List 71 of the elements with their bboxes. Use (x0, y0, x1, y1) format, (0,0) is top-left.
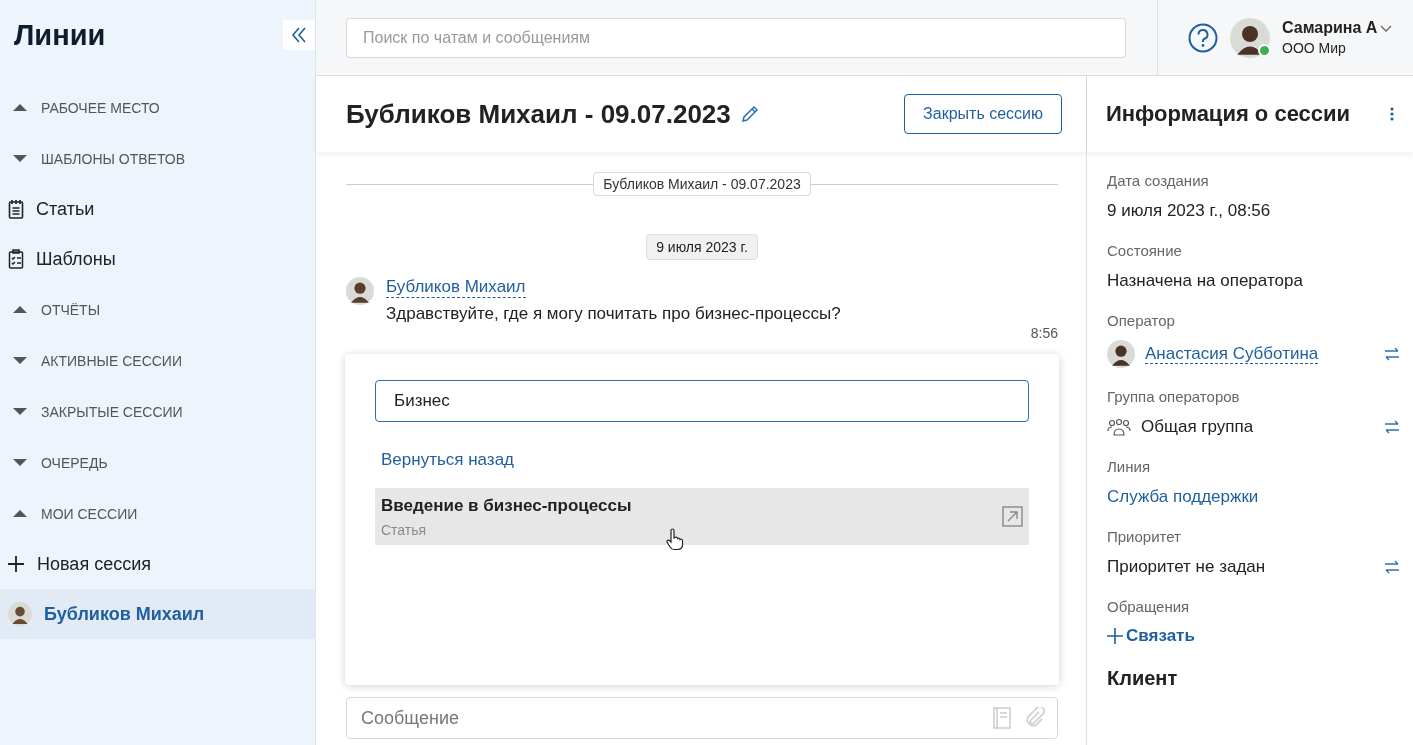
search-field[interactable]: Поиск по чатам и сообщениям (346, 17, 1126, 58)
plus-icon (1107, 628, 1123, 644)
nav-item[interactable]: Шаблоны (0, 234, 315, 284)
caret-down-icon (13, 357, 27, 364)
message-field[interactable]: Сообщение (346, 697, 1058, 739)
caret-down-icon (13, 459, 27, 466)
field-label: Группа операторов (1107, 388, 1241, 405)
pencil-icon[interactable] (740, 105, 759, 123)
plus-icon (8, 555, 25, 573)
open-external-icon[interactable] (1002, 506, 1023, 527)
field-label: Приоритет (1107, 528, 1182, 545)
section-header[interactable]: АКТИВНЫЕ СЕССИИ (0, 335, 315, 386)
user-name[interactable]: Самарина А (1282, 19, 1378, 37)
caret-up-icon (13, 104, 27, 111)
section-header[interactable]: МОИ СЕССИИ (0, 488, 315, 539)
caret-up-icon (13, 306, 27, 313)
section-heading: Клиент (1106, 666, 1179, 690)
section-header[interactable]: ОТЧЁТЫ (0, 284, 315, 335)
section-header[interactable]: ОЧЕРЕДЬ (0, 437, 315, 488)
double-chevron-icon (291, 26, 307, 44)
close-session-button[interactable]: Закрыть сессию (904, 94, 1062, 134)
company-name: ООО Мир (1282, 40, 1347, 56)
caret-down-icon (13, 155, 27, 162)
message-text: Здравствуйте, где я могу почитать про бизнес-процессы? (386, 304, 841, 324)
hand-cursor-icon (665, 528, 684, 551)
line-link[interactable]: Служба поддержки (1107, 487, 1259, 506)
result-type: Статья (381, 521, 428, 538)
nav-item[interactable]: Новая сессия (0, 539, 315, 589)
field-label: Дата создания (1107, 172, 1210, 189)
avatar (1107, 340, 1135, 368)
field-label: Линия (1107, 458, 1151, 475)
field-label: Обращения (1107, 598, 1191, 615)
paperclip-icon[interactable] (1025, 707, 1045, 729)
message-time: 8:56 (1030, 325, 1058, 341)
avatar (346, 277, 374, 305)
collapse-button[interactable] (283, 20, 315, 50)
back-link[interactable]: Вернуться назад (381, 450, 515, 470)
people-icon (1107, 418, 1131, 436)
field-value: Общая группа (1141, 417, 1254, 436)
notepad-icon (8, 199, 24, 219)
swap-icon[interactable] (1383, 559, 1401, 575)
session-divider-label: Бубликов Михаил - 09.07.2023 (593, 172, 811, 196)
link-button[interactable]: Связать (1107, 626, 1195, 646)
panel-title: Информация о сессии (1106, 101, 1352, 127)
avatar (1230, 17, 1270, 58)
nav-item[interactable]: Бубликов Михаил (0, 589, 315, 639)
result-title: Введение в бизнес-процессы (381, 495, 633, 516)
chevron-down-icon[interactable] (1380, 24, 1393, 32)
help-icon[interactable] (1188, 22, 1218, 53)
swap-icon[interactable] (1383, 346, 1401, 362)
field-label: Оператор (1107, 312, 1176, 329)
search-field[interactable]: Бизнес (375, 380, 1029, 422)
section-header[interactable]: ЗАКРЫТЫЕ СЕССИИ (0, 386, 315, 437)
swap-icon[interactable] (1383, 419, 1401, 435)
field-label: Состояние (1107, 242, 1183, 259)
operator-link[interactable]: Анастасия Субботина (1145, 344, 1319, 364)
caret-up-icon (13, 510, 27, 517)
caret-down-icon (13, 408, 27, 415)
date-badge: 9 июля 2023 г. (646, 234, 758, 260)
field-value: Приоритет не задан (1107, 557, 1266, 576)
field-value: 9 июля 2023 г., 08:56 (1107, 201, 1271, 220)
avatar (8, 602, 32, 626)
page-title: Линии (14, 18, 106, 52)
section-header[interactable]: РАБОЧЕЕ МЕСТО (0, 82, 315, 133)
chat-title: Бубликов Михаил - 09.07.2023 (346, 98, 731, 130)
clipboard-icon (8, 249, 24, 269)
field-value: Назначена на оператора (1107, 271, 1303, 290)
more-icon[interactable] (1389, 106, 1395, 122)
nav-item[interactable]: Статьи (0, 184, 315, 234)
author-link[interactable]: Бубликов Михаил (386, 277, 526, 298)
section-header[interactable]: ШАБЛОНЫ ОТВЕТОВ (0, 133, 315, 184)
